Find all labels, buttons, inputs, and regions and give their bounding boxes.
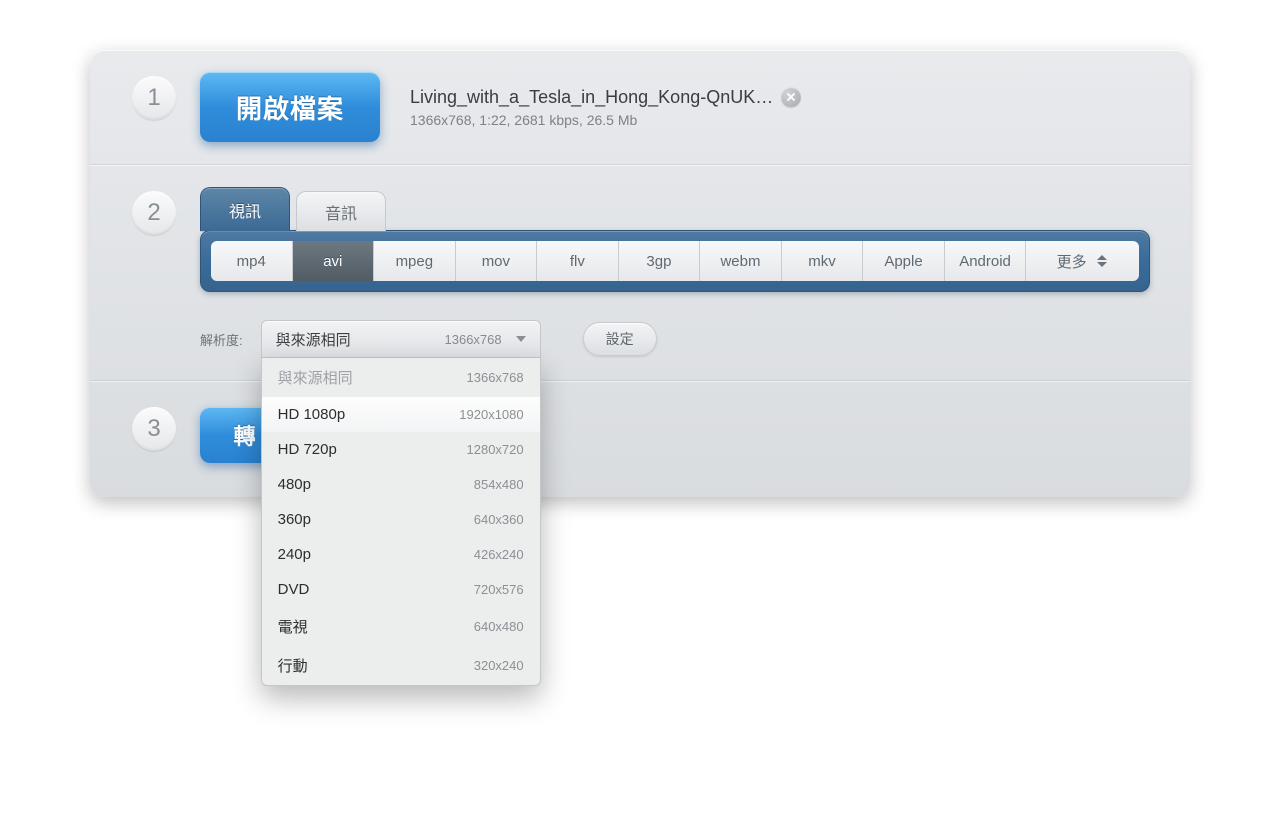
format-apple[interactable]: Apple	[863, 241, 945, 281]
resolution-option-dim: 1366x768	[467, 370, 524, 385]
open-file-button[interactable]: 開啟檔案	[200, 72, 380, 142]
resolution-option-name: 電視	[278, 616, 308, 637]
resolution-option-name: 240p	[278, 546, 311, 563]
resolution-option-dim: 1920x1080	[459, 407, 523, 422]
sort-icon	[1097, 253, 1109, 269]
section-2: 2 視訊 音訊 mp4avimpegmovflv3gpwebmmkvAppleA…	[90, 164, 1190, 380]
close-icon	[786, 92, 796, 102]
resolution-option-name: HD 1080p	[278, 406, 346, 423]
step-badge-3: 3	[132, 407, 176, 451]
resolution-option-name: 與來源相同	[278, 367, 353, 388]
format-mov[interactable]: mov	[456, 241, 538, 281]
resolution-option-dim: 320x240	[474, 658, 524, 673]
format-mpeg[interactable]: mpeg	[374, 241, 456, 281]
tab-audio[interactable]: 音訊	[296, 191, 386, 231]
resolution-label: 解析度:	[200, 320, 243, 349]
file-meta: 1366x768, 1:22, 2681 kbps, 26.5 Mb	[410, 112, 801, 128]
resolution-option-dim: 640x480	[474, 619, 524, 634]
format-mkv[interactable]: mkv	[782, 241, 864, 281]
resolution-selected-name: 與來源相同	[276, 329, 437, 350]
resolution-option-dim: 720x576	[474, 582, 524, 597]
format-avi[interactable]: avi	[293, 241, 375, 281]
format-bar: mp4avimpegmovflv3gpwebmmkvAppleAndroid 更多	[200, 230, 1150, 292]
resolution-option[interactable]: 360p 640x360	[262, 502, 540, 537]
resolution-option-dim: 640x360	[474, 512, 524, 527]
format-flv[interactable]: flv	[537, 241, 619, 281]
resolution-row: 解析度: 與來源相同 1366x768 與來源相同1366x768HD 1080…	[200, 320, 1150, 358]
section-1-row: 開啟檔案 Living_with_a_Tesla_in_Hong_Kong-Qn…	[200, 72, 1150, 142]
resolution-option[interactable]: 行動 320x240	[262, 646, 540, 685]
app-window: 1 開啟檔案 Living_with_a_Tesla_in_Hong_Kong-…	[90, 50, 1190, 497]
chevron-down-icon	[516, 336, 526, 342]
format-webm[interactable]: webm	[700, 241, 782, 281]
file-info: Living_with_a_Tesla_in_Hong_Kong-QnUK… 1…	[410, 87, 801, 128]
resolution-option-dim: 1280x720	[467, 442, 524, 457]
resolution-option-dim: 854x480	[474, 477, 524, 492]
resolution-option[interactable]: 240p 426x240	[262, 537, 540, 572]
media-tabs: 視訊 音訊	[200, 187, 1150, 231]
resolution-dropdown[interactable]: 與來源相同 1366x768 與來源相同1366x768HD 1080p1920…	[261, 320, 541, 358]
resolution-option-name: HD 720p	[278, 441, 337, 458]
resolution-option-name: DVD	[278, 581, 310, 598]
resolution-option[interactable]: HD 1080p 1920x1080	[262, 397, 540, 432]
step-badge-2: 2	[132, 191, 176, 235]
resolution-option[interactable]: 電視 640x480	[262, 607, 540, 646]
format-mp4[interactable]: mp4	[211, 241, 293, 281]
format-android[interactable]: Android	[945, 241, 1027, 281]
resolution-dropdown-head[interactable]: 與來源相同 1366x768	[261, 320, 541, 358]
format-list: mp4avimpegmovflv3gpwebmmkvAppleAndroid 更多	[211, 241, 1139, 281]
settings-button[interactable]: 設定	[583, 322, 657, 356]
resolution-dropdown-list: 與來源相同 1366x768 HD 1080p 1920x1080 HD 720p 128…	[261, 358, 541, 686]
format-3gp[interactable]: 3gp	[619, 241, 701, 281]
resolution-option-name: 行動	[278, 655, 308, 676]
resolution-selected-dim: 1366x768	[445, 332, 502, 347]
tab-video[interactable]: 視訊	[200, 187, 290, 231]
format-more-label: 更多	[1057, 251, 1087, 272]
remove-file-button[interactable]	[781, 87, 801, 107]
section-1: 1 開啟檔案 Living_with_a_Tesla_in_Hong_Kong-…	[90, 50, 1190, 164]
resolution-option[interactable]: HD 720p 1280x720	[262, 432, 540, 467]
file-name: Living_with_a_Tesla_in_Hong_Kong-QnUK…	[410, 87, 773, 108]
resolution-option-name: 360p	[278, 511, 311, 528]
resolution-option[interactable]: 480p 854x480	[262, 467, 540, 502]
section-3: 3 轉	[90, 380, 1190, 497]
format-more-button[interactable]: 更多	[1026, 241, 1139, 281]
resolution-option-dim: 426x240	[474, 547, 524, 562]
resolution-option[interactable]: DVD 720x576	[262, 572, 540, 607]
file-name-row: Living_with_a_Tesla_in_Hong_Kong-QnUK…	[410, 87, 801, 108]
resolution-option-name: 480p	[278, 476, 311, 493]
step-badge-1: 1	[132, 76, 176, 120]
resolution-option[interactable]: 與來源相同 1366x768	[262, 358, 540, 397]
